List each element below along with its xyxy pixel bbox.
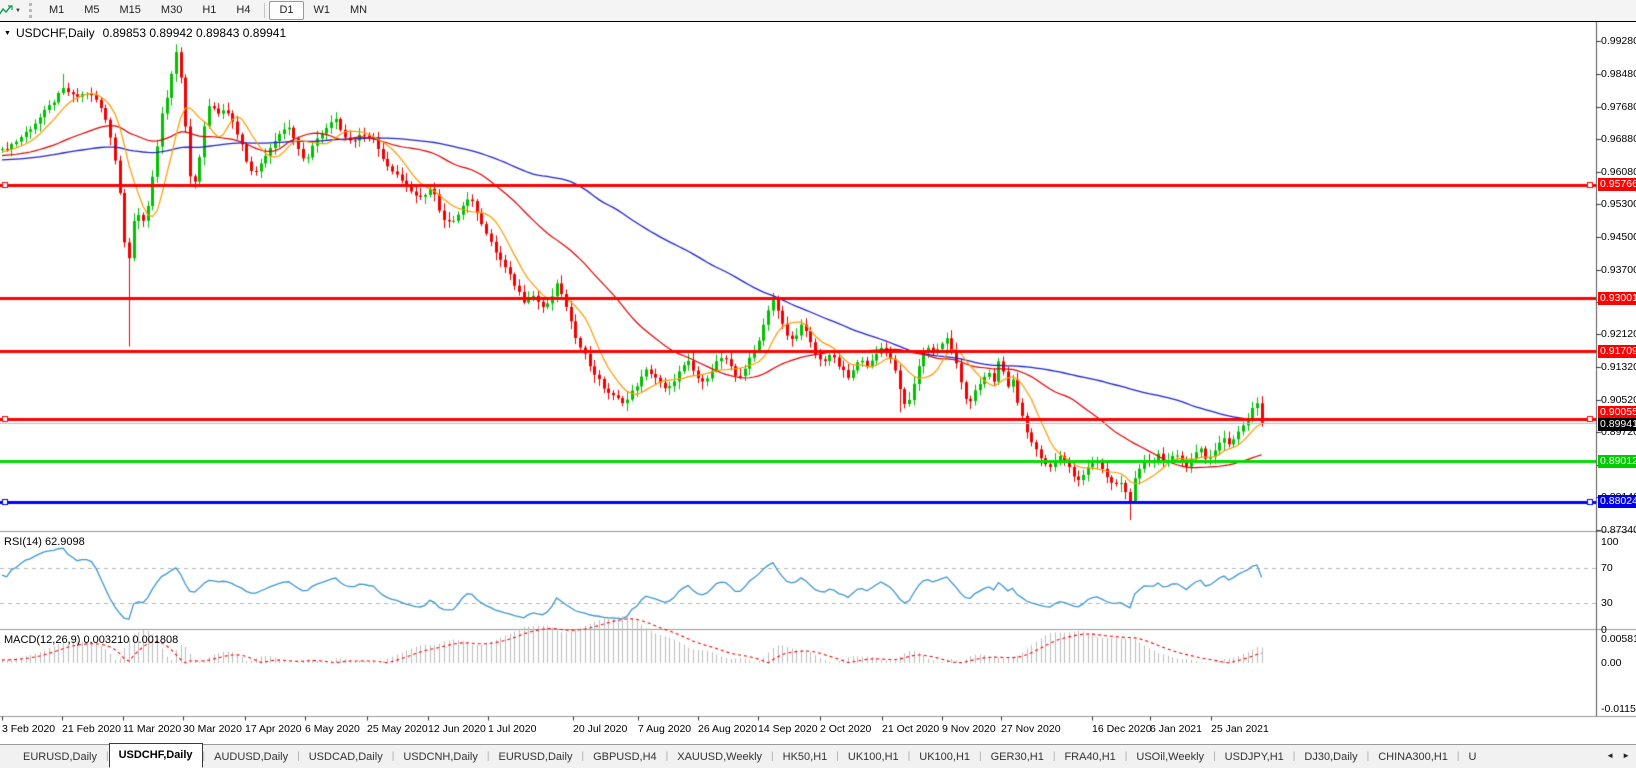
tab-fra40-h1[interactable]: FRA40,H1 xyxy=(1055,746,1124,768)
chart-cursor-icon[interactable] xyxy=(0,4,13,18)
price-tick-label: 0.96880 xyxy=(1601,133,1636,145)
tab-dj30-daily[interactable]: DJ30,Daily xyxy=(1295,746,1366,768)
price-tick-label: 0.91320 xyxy=(1601,361,1636,373)
time-axis-label: 26 Aug 2020 xyxy=(698,723,757,735)
tab-ger30-h1[interactable]: GER30,H1 xyxy=(982,746,1053,768)
tab-usoil-weekly[interactable]: USOil,Weekly xyxy=(1127,746,1213,768)
tab-u[interactable]: U xyxy=(1460,746,1486,768)
timeframe-button-m1[interactable]: M1 xyxy=(39,1,74,20)
price-tick-label: 0.90520 xyxy=(1601,394,1636,406)
tab-scroll-right-icon[interactable]: ► xyxy=(1618,747,1634,765)
time-axis-label: 25 May 2020 xyxy=(367,723,428,735)
macd-indicator-label: MACD(12,26,9) 0.003210 0.001808 xyxy=(4,634,178,646)
time-axis-label: 12 Jun 2020 xyxy=(428,723,486,735)
time-axis-label: 21 Feb 2020 xyxy=(62,723,121,735)
tab-usdcnh-daily[interactable]: USDCNH,Daily xyxy=(394,746,487,768)
price-tick-label: 0.98480 xyxy=(1601,68,1636,80)
tab-usdjpy-h1[interactable]: USDJPY,H1 xyxy=(1216,746,1293,768)
price-tick-label: 0.94500 xyxy=(1601,231,1636,243)
macd-level-label: -0.011514 xyxy=(1601,703,1636,715)
price-line-label-green[interactable]: 0.89012 xyxy=(1598,455,1636,468)
time-axis-label: 25 Jan 2021 xyxy=(1211,723,1269,735)
timeframe-button-m5[interactable]: M5 xyxy=(74,1,109,20)
time-axis-label: 27 Nov 2020 xyxy=(1001,723,1061,735)
collapse-indicators-icon[interactable]: ▼ xyxy=(4,30,11,37)
time-axis-label: 9 Nov 2020 xyxy=(942,723,996,735)
tab-usdcad-daily[interactable]: USDCAD,Daily xyxy=(300,746,392,768)
cursor-zigzag-icon xyxy=(0,4,13,18)
time-axis-label: 30 Mar 2020 xyxy=(183,723,242,735)
timeframe-button-m15[interactable]: M15 xyxy=(110,1,151,20)
chart-ohlc-values: 0.89853 0.89942 0.89843 0.89941 xyxy=(103,26,287,40)
timeframe-button-h1[interactable]: H1 xyxy=(192,1,226,20)
time-axis-label: 6 May 2020 xyxy=(305,723,360,735)
rsi-level-label: 30 xyxy=(1601,597,1613,609)
time-axis-label: 3 Feb 2020 xyxy=(2,723,55,735)
timeframe-button-h4[interactable]: H4 xyxy=(226,1,260,20)
time-axis-label: 6 Jan 2021 xyxy=(1150,723,1202,735)
timeframe-button-d1[interactable]: D1 xyxy=(269,1,303,20)
price-tick-label: 0.97680 xyxy=(1601,101,1636,113)
price-tick-label: 0.99280 xyxy=(1601,35,1636,47)
bid-price-label: 0.89941 xyxy=(1598,418,1636,431)
price-line-label-red[interactable]: 0.95766 xyxy=(1598,178,1636,191)
tab-gbpusd-h4[interactable]: GBPUSD,H4 xyxy=(584,746,666,768)
tab-eurusd-daily[interactable]: EURUSD,Daily xyxy=(489,746,581,768)
toolbar-caret-icon[interactable]: ▼ xyxy=(15,8,21,14)
price-tick-label: 0.96080 xyxy=(1601,166,1636,178)
tab-audusd-daily[interactable]: AUDUSD,Daily xyxy=(205,746,297,768)
time-axis-label: 7 Aug 2020 xyxy=(638,723,691,735)
price-line-label-red[interactable]: 0.91709 xyxy=(1598,345,1636,358)
tab-china300-h1[interactable]: CHINA300,H1 xyxy=(1369,746,1457,768)
timeframe-button-w1[interactable]: W1 xyxy=(304,1,341,20)
rsi-level-label: 70 xyxy=(1601,562,1613,574)
time-axis-label: 16 Dec 2020 xyxy=(1092,723,1152,735)
time-axis-label: 1 Jul 2020 xyxy=(488,723,536,735)
tab-uk100-h1[interactable]: UK100,H1 xyxy=(839,746,908,768)
price-tick-label: 0.95300 xyxy=(1601,198,1636,210)
tab-eurusd-daily[interactable]: EURUSD,Daily xyxy=(14,746,106,768)
macd-level-label: 0.005818 xyxy=(1601,633,1636,645)
chart-title: ▼ USDCHF,Daily 0.89853 0.89942 0.89843 0… xyxy=(4,26,286,40)
toolbar-separator xyxy=(264,3,265,18)
tab-usdchf-daily[interactable]: USDCHF,Daily xyxy=(109,743,203,768)
macd-level-label: 0.00 xyxy=(1601,657,1621,669)
timeframe-buttons: M1M5M15M30H1H4 D1W1MN xyxy=(39,1,377,20)
chart-canvas[interactable] xyxy=(0,22,1636,745)
chart-symbol-label: USDCHF,Daily xyxy=(16,26,95,40)
time-axis-label: 21 Oct 2020 xyxy=(882,723,939,735)
tab-scroll-left-icon[interactable]: ◄ xyxy=(1602,747,1618,765)
price-tick-label: 0.92120 xyxy=(1601,328,1636,340)
tab-uk100-h1[interactable]: UK100,H1 xyxy=(910,746,979,768)
rsi-indicator-label: RSI(14) 62.9098 xyxy=(4,536,85,548)
time-axis-label: 2 Oct 2020 xyxy=(820,723,871,735)
timeframe-button-mn[interactable]: MN xyxy=(340,1,377,20)
tab-xauusd-weekly[interactable]: XAUUSD,Weekly xyxy=(668,746,771,768)
price-line-label-red[interactable]: 0.93001 xyxy=(1598,292,1636,305)
chart-tab-bar: EURUSD,Daily|USDCHF,Daily|AUDUSD,Daily|U… xyxy=(0,744,1636,768)
time-axis-label: 20 Jul 2020 xyxy=(573,723,627,735)
chart-window: ▼ USDCHF,Daily 0.89853 0.89942 0.89843 0… xyxy=(0,21,1636,745)
time-axis-label: 17 Apr 2020 xyxy=(245,723,302,735)
price-line-label-blue[interactable]: 0.88024 xyxy=(1598,495,1636,508)
time-axis-label: 14 Sep 2020 xyxy=(758,723,818,735)
price-tick-label: 0.93700 xyxy=(1601,264,1636,276)
toolbar-grip[interactable] xyxy=(29,3,32,18)
timeframe-toolbar: ▼ M1M5M15M30H1H4 D1W1MN xyxy=(0,0,1636,21)
price-tick-label: 0.87340 xyxy=(1601,524,1636,536)
timeframe-button-m30[interactable]: M30 xyxy=(151,1,192,20)
rsi-level-label: 100 xyxy=(1601,536,1619,548)
tab-hk50-h1[interactable]: HK50,H1 xyxy=(774,746,837,768)
time-axis-label: 11 Mar 2020 xyxy=(123,723,181,735)
tab-scroll-buttons: ◄ ► xyxy=(1602,747,1634,765)
